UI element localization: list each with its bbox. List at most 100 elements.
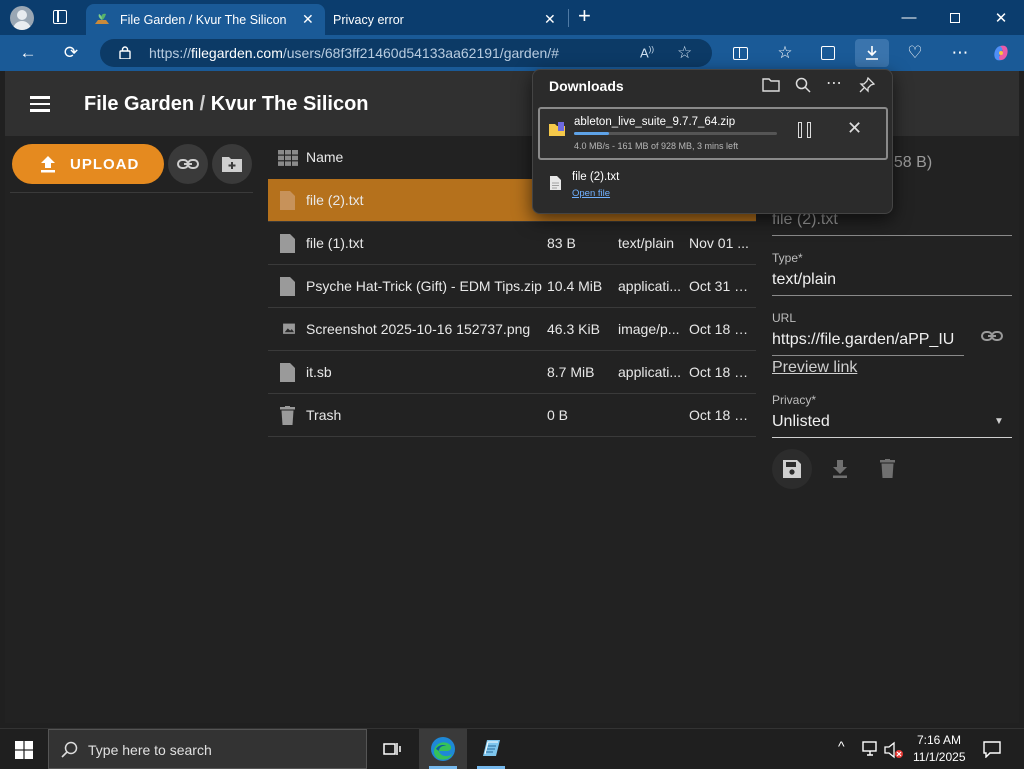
show-hidden-icons[interactable]: ^ xyxy=(838,738,845,754)
table-row[interactable]: Psyche Hat-Trick (Gift) - EDM Tips.zip 1… xyxy=(268,265,756,308)
settings-more-icon[interactable]: ⋯ xyxy=(945,39,975,67)
maximize-icon[interactable] xyxy=(932,0,978,35)
download-item[interactable]: ableton_live_suite_9.7.7_64.zip 4.0 MB/s… xyxy=(538,107,888,160)
file-name: Psyche Hat-Trick (Gift) - EDM Tips.zip xyxy=(306,278,542,294)
url-path: /users/68f3ff21460d54133aa62191/garden/# xyxy=(282,45,559,61)
file-icon xyxy=(280,191,295,210)
favorite-star-icon[interactable]: ☆ xyxy=(677,43,692,63)
url-field[interactable]: https://filegarden.com/users/68f3ff21460… xyxy=(100,39,712,67)
back-icon[interactable]: ← xyxy=(13,39,43,67)
refresh-icon[interactable]: ⟳ xyxy=(56,39,86,67)
type-label: Type* xyxy=(772,251,803,265)
trash-icon xyxy=(280,406,295,425)
file-name: it.sb xyxy=(306,364,332,380)
network-icon[interactable] xyxy=(862,741,880,757)
task-view-icon[interactable] xyxy=(383,740,401,758)
dropdown-arrow-icon[interactable]: ▼ xyxy=(994,416,1004,427)
type-field[interactable]: text/plain xyxy=(772,271,836,289)
add-link-button[interactable] xyxy=(168,144,208,184)
file-size: 0 B xyxy=(547,407,569,423)
file-date: Nov 01 ... xyxy=(689,235,749,251)
download-filename: file (2).txt xyxy=(572,171,620,183)
download-item[interactable]: file (2).txt Open file xyxy=(538,164,888,209)
notepad-taskbar-icon[interactable] xyxy=(469,729,514,769)
favorites-icon[interactable]: ☆ xyxy=(770,39,800,67)
link-icon xyxy=(177,159,199,169)
taskbar-search[interactable]: Type here to search xyxy=(48,729,367,769)
url-field[interactable]: https://file.garden/aPP_IU xyxy=(772,331,964,349)
close-window-icon[interactable]: ✕ xyxy=(978,0,1024,35)
downloads-icon[interactable] xyxy=(855,39,889,67)
file-date: Oct 18 2... xyxy=(689,364,753,380)
privacy-select[interactable]: Unlisted xyxy=(772,413,830,431)
table-row[interactable]: Screenshot 2025-10-16 152737.png 46.3 Ki… xyxy=(268,308,756,351)
delete-icon[interactable] xyxy=(880,459,895,478)
file-type: image/p... xyxy=(618,321,680,337)
close-tab-icon[interactable]: ✕ xyxy=(544,11,556,28)
file-date: Oct 31 2... xyxy=(689,278,753,294)
search-icon xyxy=(61,741,78,758)
cancel-download-icon[interactable]: ✕ xyxy=(847,118,862,139)
downloads-title: Downloads xyxy=(549,78,624,94)
table-row[interactable]: file (1).txt 83 B text/plain Nov 01 ... xyxy=(268,222,756,265)
file-name: file (1).txt xyxy=(306,235,364,251)
breadcrumb-user[interactable]: Kvur The Silicon xyxy=(211,93,369,115)
copy-link-icon[interactable] xyxy=(981,329,1003,343)
upload-label: UPLOAD xyxy=(70,155,140,173)
open-file-link[interactable]: Open file xyxy=(572,188,610,199)
read-aloud-icon[interactable]: A)) xyxy=(640,45,654,60)
column-name-header[interactable]: Name xyxy=(306,149,343,165)
volume-muted-icon[interactable] xyxy=(884,741,904,759)
table-row[interactable]: it.sb 8.7 MiB applicati... Oct 18 2... xyxy=(268,351,756,394)
file-size: 8.7 MiB xyxy=(547,364,595,380)
tab-title: File Garden / Kvur The Silicon xyxy=(120,12,287,27)
search-icon[interactable] xyxy=(795,77,811,93)
copilot-icon[interactable] xyxy=(986,39,1016,67)
split-screen-icon[interactable] xyxy=(725,39,755,67)
more-options-icon[interactable]: ⋯ xyxy=(826,73,842,93)
save-button[interactable] xyxy=(772,449,812,489)
pin-icon[interactable] xyxy=(859,77,875,93)
breadcrumb-root[interactable]: File Garden xyxy=(84,93,194,115)
download-filename: ableton_live_suite_9.7.7_64.zip xyxy=(574,116,736,128)
file-name: file (2).txt xyxy=(306,192,364,208)
upload-button[interactable]: UPLOAD xyxy=(12,144,164,184)
sidebar-divider xyxy=(10,192,253,193)
browser-essentials-icon[interactable]: ♡ xyxy=(900,39,930,67)
file-name: Trash xyxy=(306,407,342,423)
profile-avatar[interactable] xyxy=(10,6,34,30)
edge-taskbar-icon[interactable] xyxy=(419,729,467,769)
pause-icon[interactable] xyxy=(798,122,812,138)
new-tab-icon[interactable]: + xyxy=(578,4,591,28)
open-folder-icon[interactable] xyxy=(762,78,780,92)
clock-date[interactable]: 11/1/2025 xyxy=(913,750,966,764)
tab-privacy-error[interactable]: Privacy error ✕ xyxy=(325,4,565,35)
table-row[interactable]: Trash 0 B Oct 18 2... xyxy=(268,394,756,437)
file-date: Oct 18 2... xyxy=(689,321,753,337)
image-icon xyxy=(283,323,295,334)
collections-icon[interactable] xyxy=(813,39,843,67)
preview-link[interactable]: Preview link xyxy=(772,359,857,377)
notifications-icon[interactable] xyxy=(983,740,1001,758)
privacy-label: Privacy* xyxy=(772,393,817,407)
tab-file-garden[interactable]: File Garden / Kvur The Silicon ✕ xyxy=(86,4,325,35)
search-placeholder: Type here to search xyxy=(88,742,212,758)
browser-tab-bar: File Garden / Kvur The Silicon ✕ Privacy… xyxy=(0,0,1024,35)
minimize-icon[interactable]: — xyxy=(886,0,932,35)
save-icon xyxy=(783,460,801,478)
file-type: text/plain xyxy=(618,235,675,251)
grid-view-icon[interactable] xyxy=(278,150,298,166)
new-folder-button[interactable] xyxy=(212,144,252,184)
file-name: Screenshot 2025-10-16 152737.png xyxy=(306,321,531,337)
tab-actions-icon[interactable] xyxy=(53,10,67,24)
url-prefix: https:// xyxy=(149,45,192,61)
download-progress-fill xyxy=(574,132,609,135)
clock-time[interactable]: 7:16 AM xyxy=(917,733,961,747)
menu-icon[interactable] xyxy=(30,96,50,112)
url-host: filegarden.com xyxy=(191,45,283,61)
download-icon[interactable] xyxy=(832,460,848,478)
start-windows-icon[interactable] xyxy=(15,741,33,759)
breadcrumb-separator: / xyxy=(199,93,206,115)
close-tab-icon[interactable]: ✕ xyxy=(302,11,314,28)
file-icon xyxy=(280,234,295,253)
